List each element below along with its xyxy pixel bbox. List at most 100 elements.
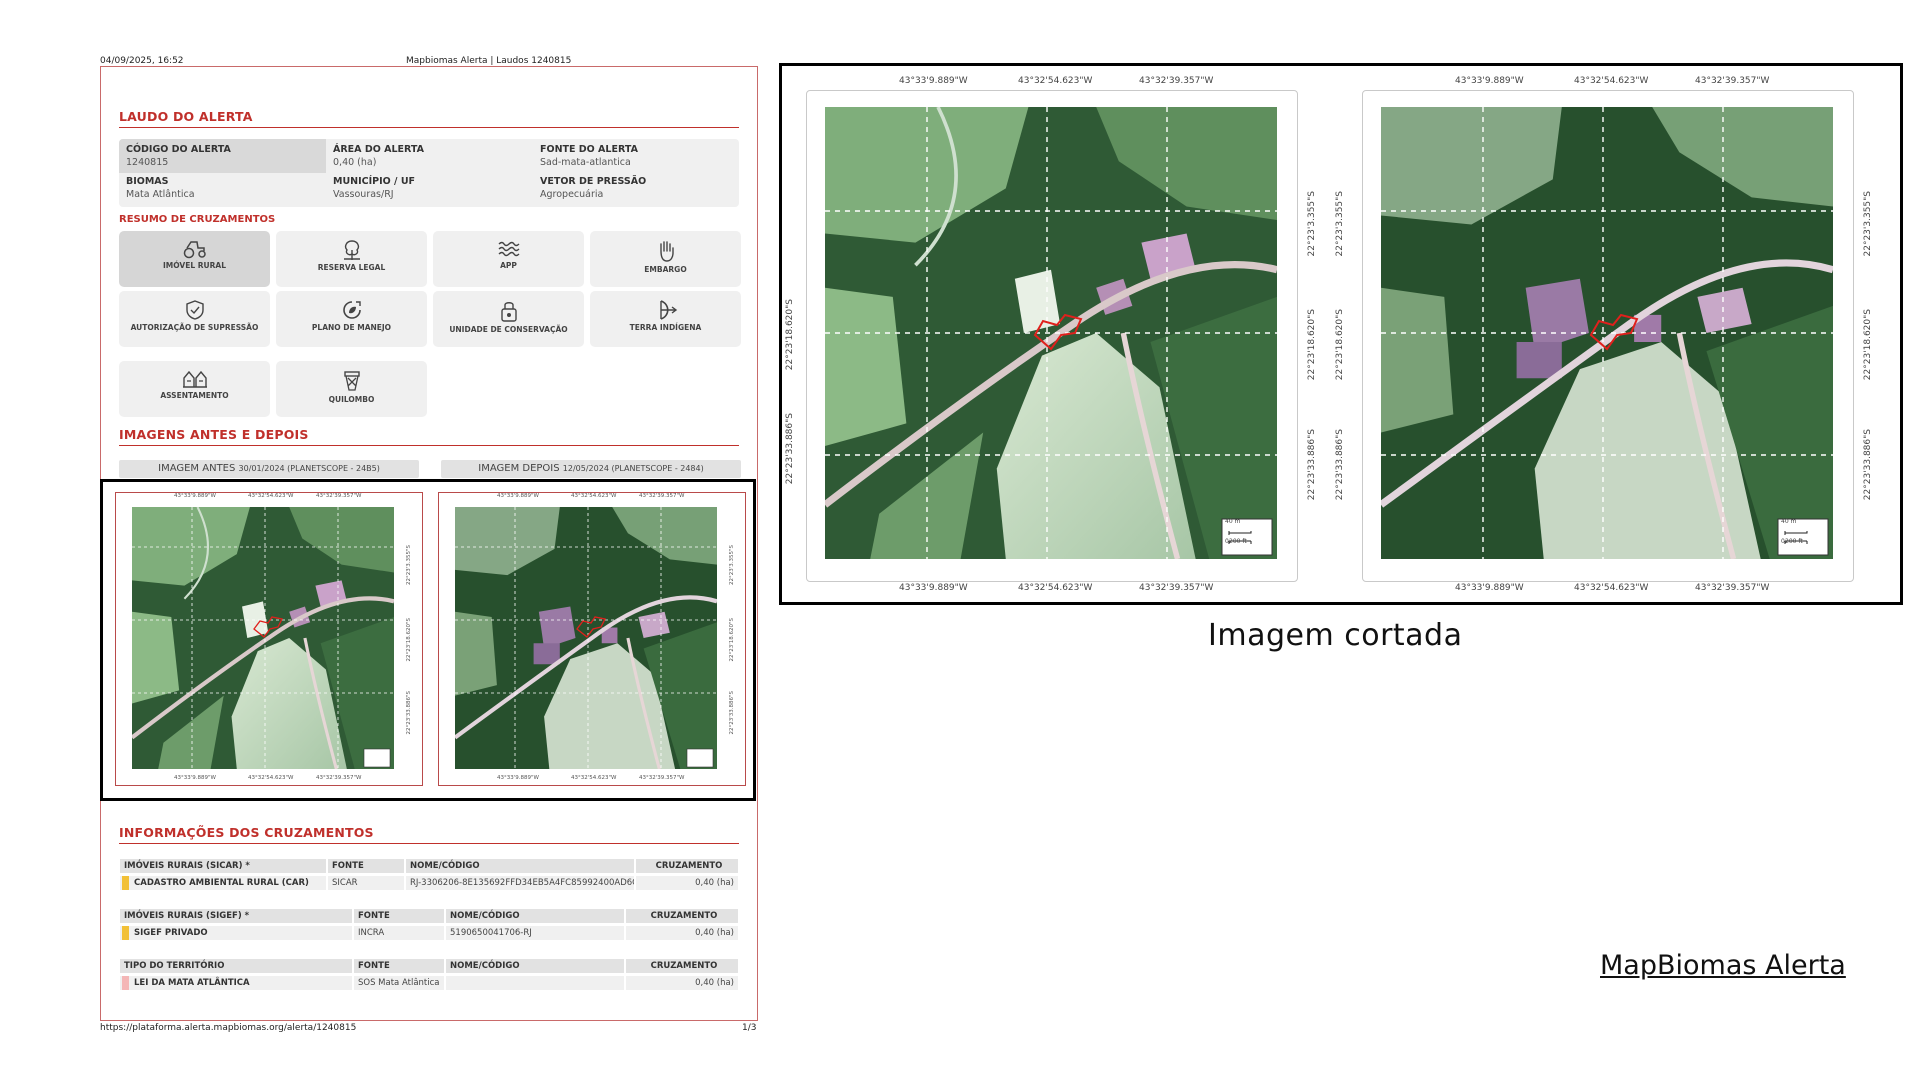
tile-label: EMBARGO <box>644 265 687 274</box>
map-before: 43°33'9.889"W 43°32'54.623"W 43°32'39.35… <box>115 492 423 786</box>
table-header: NOME/CÓDIGO <box>446 909 624 923</box>
lat-label: 22°23'3.355"S <box>406 545 412 586</box>
field-label: VETOR DE PRESSÃO <box>540 176 647 187</box>
divider <box>119 843 739 844</box>
print-page-number: 1/3 <box>742 1023 757 1033</box>
tab-label: IMAGEM DEPOIS <box>478 463 560 474</box>
lat-label: 22°23'3.355"S <box>1307 191 1317 257</box>
table-header: CRUZAMENTO <box>626 909 738 923</box>
report-page: LAUDO DO ALERTA CÓDIGO DO ALERTA 1240815… <box>100 66 758 1021</box>
hand-stop-icon <box>659 241 674 262</box>
lat-label: 22°23'3.355"S <box>1863 191 1873 257</box>
print-url[interactable]: https://plataforma.alerta.mapbiomas.org/… <box>100 1023 356 1033</box>
tab-date: 30/01/2024 (PLANETSCOPE - 24B5) <box>238 464 380 473</box>
tile-embargo[interactable]: EMBARGO <box>590 231 741 287</box>
table-header: TIPO DO TERRITÓRIO <box>120 959 352 973</box>
lon-label: 43°32'39.357"W <box>1695 76 1770 86</box>
alert-code: CÓDIGO DO ALERTA 1240815 <box>126 144 231 168</box>
table-cell: 5190650041706-RJ <box>446 926 624 940</box>
shield-check-icon <box>185 300 204 320</box>
table-cell: SICAR <box>328 876 404 890</box>
table-cell: LEI DA MATA ATLÂNTICA <box>120 976 352 990</box>
lon-label: 43°33'9.889"W <box>1455 583 1524 593</box>
table-cell: CADASTRO AMBIENTAL RURAL (CAR) <box>120 876 326 890</box>
tile-imovel-rural[interactable]: IMÓVEL RURAL <box>119 231 270 287</box>
recycle-leaf-icon <box>342 301 361 319</box>
tile-autorizacao-supressao[interactable]: AUTORIZAÇÃO DE SUPRESSÃO <box>119 291 270 347</box>
tile-label: QUILOMBO <box>328 395 375 404</box>
satellite-image-after <box>455 507 717 769</box>
field-label: MUNICÍPIO / UF <box>333 176 416 187</box>
table-cell: SIGEF PRIVADO <box>120 926 352 940</box>
alert-pressure-vector: VETOR DE PRESSÃO Agropecuária <box>540 176 646 200</box>
field-value: Sad-mata-atlantica <box>540 157 631 168</box>
field-label: FONTE DO ALERTA <box>540 144 638 155</box>
lon-label: 43°32'54.623"W <box>1018 76 1093 86</box>
lon-label: 43°33'9.889"W <box>899 583 968 593</box>
lat-label: 22°23'33.886"S <box>406 691 412 735</box>
tab-imagem-depois[interactable]: IMAGEM DEPOIS 12/05/2024 (PLANETSCOPE - … <box>441 460 741 478</box>
lon-label: 43°33'9.889"W <box>899 76 968 86</box>
laudo-title: LAUDO DO ALERTA <box>119 109 253 124</box>
alert-area: ÁREA DO ALERTA 0,40 (ha) <box>333 144 424 168</box>
table-header: CRUZAMENTO <box>626 959 738 973</box>
lon-label: 43°33'9.889"W <box>497 775 539 781</box>
lon-label: 43°32'39.357"W <box>1695 583 1770 593</box>
tile-terra-indigena[interactable]: TERRA INDÍGENA <box>590 291 741 347</box>
bow-arrow-icon <box>659 300 677 320</box>
lat-label: 22°23'3.355"S <box>1335 191 1345 257</box>
tile-quilombo[interactable]: QUILOMBO <box>276 361 427 417</box>
lock-icon <box>500 302 517 322</box>
scale-m-label: 40 m <box>1781 518 1797 525</box>
field-value: Agropecuária <box>540 189 604 200</box>
maps-highlight-box: 43°33'9.889"W 43°32'54.623"W 43°32'39.35… <box>100 479 756 801</box>
lon-label: 43°32'39.357"W <box>1139 76 1214 86</box>
cropped-image-box: 43°33'9.889"W 43°32'54.623"W 43°32'39.35… <box>779 63 1903 605</box>
tile-plano-manejo[interactable]: PLANO DE MANEJO <box>276 291 427 347</box>
table-header: NOME/CÓDIGO <box>406 859 634 873</box>
table-header: CRUZAMENTO <box>636 859 738 873</box>
field-value: 0,40 (ha) <box>333 157 377 168</box>
lat-label: 22°23'18.620"S <box>1307 309 1317 381</box>
lon-label: 43°32'54.623"W <box>1574 583 1649 593</box>
tile-label: IMÓVEL RURAL <box>163 261 226 270</box>
image-caption: Imagem cortada <box>1208 618 1463 653</box>
tractor-icon <box>183 241 206 259</box>
table-header: IMÓVEIS RURAIS (SICAR) * <box>120 859 326 873</box>
lon-label: 43°32'39.357"W <box>639 775 685 781</box>
tile-unidade-conservacao[interactable]: UNIDADE DE CONSERVAÇÃO <box>433 291 584 347</box>
lat-label: 22°23'33.886"S <box>1307 429 1317 501</box>
divider <box>119 445 739 446</box>
scale-ft-label: 200 ft <box>1785 538 1803 545</box>
tab-imagem-antes[interactable]: IMAGEM ANTES 30/01/2024 (PLANETSCOPE - 2… <box>119 460 419 478</box>
scale-m-label: 40 m <box>1225 518 1241 525</box>
houses-icon <box>182 370 207 388</box>
imagens-title: IMAGENS ANTES E DEPOIS <box>119 427 309 442</box>
tab-date: 12/05/2024 (PLANETSCOPE - 2484) <box>562 464 704 473</box>
scale-ft-label: 200 ft <box>1229 538 1247 545</box>
table-header: FONTE <box>328 859 404 873</box>
map-after: 43°33'9.889"W 43°32'54.623"W 43°32'39.35… <box>438 492 746 786</box>
lat-label: 22°23'3.355"S <box>729 545 735 586</box>
tile-app[interactable]: APP <box>433 231 584 287</box>
tree-icon <box>343 240 360 260</box>
lon-label: 43°32'39.357"W <box>316 493 362 499</box>
lat-label: 22°23'18.620"S <box>406 618 412 662</box>
mapbiomas-alerta-link[interactable]: MapBiomas Alerta <box>1600 950 1846 981</box>
lon-label: 43°32'54.623"W <box>571 493 617 499</box>
cruzamentos-title: INFORMAÇÕES DOS CRUZAMENTOS <box>119 825 374 840</box>
field-label: ÁREA DO ALERTA <box>333 144 424 155</box>
crop-map-after: 43°33'9.889"W 43°32'54.623"W 43°32'39.35… <box>1335 76 1873 593</box>
lon-label: 43°32'54.623"W <box>1018 583 1093 593</box>
water-waves-icon <box>498 241 519 257</box>
legend-swatch <box>122 926 129 940</box>
tile-label: AUTORIZAÇÃO DE SUPRESSÃO <box>130 323 259 332</box>
legend-swatch <box>122 876 129 890</box>
lon-label: 43°32'54.623"W <box>1574 76 1649 86</box>
field-value: Vassouras/RJ <box>333 189 394 200</box>
field-label: CÓDIGO DO ALERTA <box>126 144 231 155</box>
satellite-image-before <box>132 507 394 769</box>
tile-reserva-legal[interactable]: RESERVA LEGAL <box>276 231 427 287</box>
tile-assentamento[interactable]: ASSENTAMENTO <box>119 361 270 417</box>
table-header: IMÓVEIS RURAIS (SIGEF) * <box>120 909 352 923</box>
